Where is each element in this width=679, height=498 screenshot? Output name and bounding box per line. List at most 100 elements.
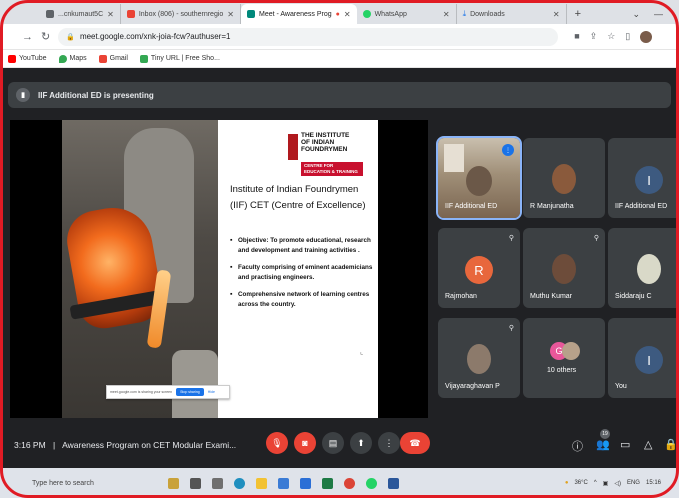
more-options-button[interactable]: ⋮ xyxy=(378,432,400,454)
weather-widget-icon[interactable] xyxy=(168,477,179,489)
browser-tab-3[interactable]: WhatsApp ✕ xyxy=(357,4,457,24)
participant-tile[interactable]: ⋮ IIF Additional ED xyxy=(436,136,522,220)
logo-line-1: THE INSTITUTE xyxy=(301,132,350,139)
whatsapp-icon[interactable] xyxy=(366,477,377,489)
system-tray: ● 36°C ^ ▣ ◁) ENG 15:16 xyxy=(565,479,661,487)
bookmark-maps[interactable]: Maps xyxy=(58,54,87,63)
people-icon[interactable]: 👥 xyxy=(596,438,610,451)
bookmarks-bar: YouTube Maps Gmail Tiny URL | Free Sho..… xyxy=(0,50,679,68)
bookmark-tinyurl[interactable]: Tiny URL | Free Sho... xyxy=(139,54,220,63)
browser-tab-4[interactable]: ⤓ Downloads ✕ xyxy=(457,4,567,24)
logo-mark xyxy=(288,134,298,160)
taskbar-search[interactable]: Type here to search xyxy=(32,473,152,493)
profile-avatar[interactable] xyxy=(640,30,653,43)
mic-off-icon: ⚲ xyxy=(508,325,514,332)
chevron-up-icon[interactable]: ^ xyxy=(594,480,597,486)
side-panel-icon[interactable]: ▯ xyxy=(625,31,630,43)
browser-tab-2[interactable]: Meet - Awareness Prog ● ✕ xyxy=(240,4,357,24)
gmail-icon xyxy=(98,54,107,63)
new-tab-button[interactable]: + xyxy=(567,4,589,24)
self-tile[interactable]: I You xyxy=(608,318,679,398)
volume-icon[interactable]: ◁) xyxy=(614,480,621,487)
meet-icon xyxy=(246,10,255,18)
bookmark-youtube[interactable]: YouTube xyxy=(8,54,47,63)
separator: | xyxy=(53,440,56,450)
meet-control-bar: 3:16 PM | Awareness Program on CET Modul… xyxy=(0,418,679,468)
participant-name: Siddaraju C xyxy=(615,293,652,300)
stop-sharing-button[interactable]: Stop sharing xyxy=(176,388,204,396)
close-icon[interactable]: ✕ xyxy=(344,10,351,19)
mail-icon[interactable] xyxy=(300,477,311,489)
url-field[interactable]: 🔒 meet.google.com/xnk-joia-fcw?authuser=… xyxy=(58,27,559,46)
tab-label: ...cnkumaut5C xyxy=(58,10,104,18)
chrome-icon[interactable] xyxy=(344,477,355,489)
window-controls: ⌄ — xyxy=(632,4,679,24)
participant-avatar xyxy=(467,344,491,374)
others-tile[interactable]: G 10 others xyxy=(523,318,605,398)
host-controls-icon[interactable]: 🔒 xyxy=(664,438,678,451)
logo-text: THE INSTITUTE OF INDIAN FOUNDRYMEN xyxy=(301,132,349,153)
close-icon[interactable]: ✕ xyxy=(227,10,234,19)
task-view-icon[interactable] xyxy=(190,477,201,489)
browser-tab-0[interactable]: ...cnkumaut5C ✕ xyxy=(40,4,121,24)
hide-button[interactable]: Hide xyxy=(208,390,215,394)
participant-name: R Manjunatha xyxy=(530,203,574,210)
present-screen-icon: ▮ xyxy=(16,88,30,102)
edge-icon[interactable] xyxy=(234,477,245,489)
file-explorer-icon[interactable] xyxy=(256,477,267,489)
participant-tile[interactable]: ⚲ Muthu Kumar xyxy=(523,228,605,308)
mic-off-button[interactable]: 🎙 xyxy=(266,432,288,454)
presentation-stage[interactable]: THE INSTITUTE OF INDIAN FOUNDRYMEN CENTR… xyxy=(10,120,428,418)
close-icon[interactable]: ✕ xyxy=(107,10,114,19)
participant-head xyxy=(466,166,492,196)
bullet-item: Comprehensive network of learning centre… xyxy=(230,290,376,310)
download-icon: ⤓ xyxy=(462,9,467,18)
activities-icon[interactable]: △ xyxy=(644,438,652,451)
participant-tile[interactable]: ⚲ R Rajmohan xyxy=(438,228,520,308)
present-button[interactable]: ⬆ xyxy=(350,432,372,454)
chat-icon[interactable]: ▭ xyxy=(620,438,630,451)
minimize-icon[interactable]: — xyxy=(654,9,663,19)
participant-name: Rajmohan xyxy=(445,293,477,300)
tab-favicon-icon xyxy=(46,10,54,18)
participant-name: Muthu Kumar xyxy=(530,293,573,300)
bullet-item: Objective: To promote educational, resea… xyxy=(230,236,376,256)
participant-tile[interactable]: R Manjunatha xyxy=(523,138,605,218)
browser-tab-1[interactable]: Inbox (806) - southernregio ✕ xyxy=(121,4,241,24)
share-icon[interactable]: ⇪ xyxy=(590,31,598,43)
mouse-cursor-icon: ⌞ xyxy=(360,349,364,356)
foundry-photo xyxy=(62,120,218,418)
meeting-details-icon[interactable]: ⓘ xyxy=(572,438,583,454)
forward-icon[interactable]: → xyxy=(22,31,33,43)
bookmark-gmail[interactable]: Gmail xyxy=(98,54,128,63)
captions-button[interactable]: ▤ xyxy=(322,432,344,454)
participant-tile[interactable]: ⚲ I IIF Additional ED xyxy=(608,138,679,218)
others-label: 10 others xyxy=(547,367,577,374)
logo-line-3: FOUNDRYMEN xyxy=(301,146,348,153)
bookmark-label: Tiny URL | Free Sho... xyxy=(150,55,220,62)
excel-icon[interactable] xyxy=(322,477,333,489)
widgets-icon[interactable] xyxy=(212,477,223,489)
participant-tile[interactable]: ⚲ Siddaraju C xyxy=(608,228,679,308)
leave-call-button[interactable]: ☎ xyxy=(400,432,430,454)
map-pin-icon xyxy=(58,54,67,63)
chevron-down-icon[interactable]: ⌄ xyxy=(632,9,640,20)
reload-icon[interactable]: ↻ xyxy=(41,30,50,43)
network-icon[interactable]: ▣ xyxy=(603,480,609,487)
camera-icon[interactable]: ■ xyxy=(574,31,579,43)
close-icon[interactable]: ✕ xyxy=(553,10,560,19)
participant-name: IIF Additional ED xyxy=(445,203,498,210)
word-icon[interactable] xyxy=(388,477,399,489)
browser-tab-strip: ...cnkumaut5C ✕ Inbox (806) - southernre… xyxy=(0,0,679,24)
gmail-icon xyxy=(126,10,135,18)
close-icon[interactable]: ✕ xyxy=(443,10,450,19)
camera-off-button[interactable]: ◙ xyxy=(294,432,316,454)
lock-icon: 🔒 xyxy=(66,33,75,41)
language-indicator[interactable]: ENG xyxy=(627,480,640,486)
participant-tile[interactable]: ⚲ Vijayaraghavan P xyxy=(438,318,520,398)
bullet-item: Faculty comprising of eminent academicia… xyxy=(230,263,376,283)
mic-off-icon: ⚲ xyxy=(508,235,514,242)
star-icon[interactable]: ☆ xyxy=(607,31,615,43)
taskbar-clock[interactable]: 15:16 xyxy=(646,479,661,487)
store-icon[interactable] xyxy=(278,477,289,489)
